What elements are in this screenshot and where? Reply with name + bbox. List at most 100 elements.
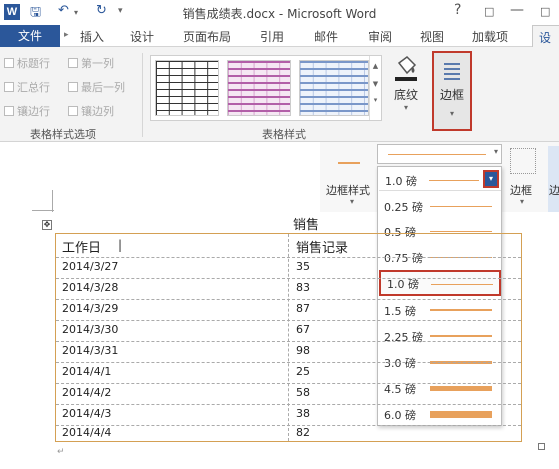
table-row: 2014/3/28 83 — [56, 278, 521, 299]
checkbox-icon — [4, 106, 14, 116]
window-title: 销售成绩表.docx - Microsoft Word — [182, 7, 377, 21]
tab-view[interactable]: 视图 — [420, 28, 444, 45]
table-cell[interactable]: 2014/3/31 — [62, 344, 118, 357]
margin-marker — [32, 210, 54, 211]
group-label-style-options: 表格样式选项 — [30, 128, 96, 141]
help-button[interactable]: ? — [454, 2, 461, 18]
table-cell[interactable]: 2014/3/27 — [62, 260, 118, 273]
table-cell[interactable]: 2014/4/3 — [62, 407, 111, 420]
sales-table: 工作日 | 销售记录 2014/3/27 35 2014/3/28 83 2014/… — [55, 233, 522, 442]
checkbox-banded-rows[interactable]: 镶边行 — [4, 103, 50, 119]
checkbox-icon — [68, 82, 78, 92]
table-row: 2014/3/30 67 — [56, 320, 521, 341]
weight-line-sample — [430, 206, 492, 207]
shading-button[interactable]: 底纹 ▾ — [388, 53, 424, 123]
borders-button[interactable]: 边框 ▾ — [432, 51, 472, 131]
borders-icon — [444, 63, 460, 80]
tab-design[interactable]: 设计 — [130, 28, 154, 45]
header-cell[interactable]: 销售记录 — [296, 237, 348, 256]
table-cell[interactable]: 2014/4/2 — [62, 386, 111, 399]
pen-weight-combobox[interactable]: 1.0 磅 ▾ — [379, 169, 501, 191]
table-cell[interactable]: 83 — [296, 281, 310, 294]
tab-page-layout[interactable]: 页面布局 — [183, 28, 231, 45]
table-style-purple[interactable] — [227, 60, 291, 116]
ribbon-tabs: 文件 ▸ 插入 设计 页面布局 引用 邮件 审阅 视图 加载项 设计 — [0, 25, 559, 62]
table-move-handle-icon[interactable]: ✥ — [42, 220, 52, 230]
table-style-blue[interactable] — [299, 60, 369, 116]
table-row: 2014/4/3 38 — [56, 404, 521, 425]
table-cell[interactable]: 2014/3/29 — [62, 302, 118, 315]
ribbon: 标题行 第一列 汇总行 最后一列 镶边行 镶边列 表格样式选项 ▲ ▼ ▾ 表格… — [0, 47, 559, 142]
ribbon-display-button[interactable]: □ — [484, 5, 494, 18]
gallery-scroll[interactable]: ▲ ▼ ▾ — [369, 56, 381, 120]
tab-scroll-icon[interactable]: ▸ — [64, 30, 69, 40]
table-cell[interactable]: 58 — [296, 386, 310, 399]
group-divider — [142, 53, 143, 137]
table-row: 2014/3/29 87 — [56, 299, 521, 320]
checkbox-last-column[interactable]: 最后一列 — [68, 79, 125, 95]
tab-insert[interactable]: 插入 — [80, 28, 104, 45]
table-resize-handle[interactable] — [538, 443, 545, 450]
table-row: 2014/4/1 25 — [56, 362, 521, 383]
borders-label-2[interactable]: 边框 — [510, 182, 532, 198]
checkbox-icon — [4, 82, 14, 92]
pen-style-dropdown-icon[interactable]: ▾ — [494, 147, 498, 156]
checkbox-icon — [4, 58, 14, 68]
table-cell[interactable]: 25 — [296, 365, 310, 378]
checkbox-total-row[interactable]: 汇总行 — [4, 79, 50, 95]
table-cell[interactable]: 87 — [296, 302, 310, 315]
checkbox-icon — [68, 58, 78, 68]
border-painter-button[interactable]: 边 — [548, 146, 559, 212]
border-grid-icon[interactable] — [510, 148, 536, 174]
table-row: 2014/4/4 82 — [56, 425, 521, 441]
tab-addins[interactable]: 加载项 — [472, 28, 508, 45]
tab-references[interactable]: 引用 — [260, 28, 284, 45]
gallery-up-icon[interactable]: ▲ — [370, 62, 381, 70]
paragraph-mark-icon: ↵ — [57, 447, 65, 457]
table-header-row: 工作日 | 销售记录 — [56, 234, 521, 257]
table-style-plain[interactable] — [155, 60, 219, 116]
border-styles-label[interactable]: 边框样式 — [326, 182, 370, 198]
shading-label: 底纹 — [393, 88, 418, 102]
table-cell[interactable]: 98 — [296, 344, 310, 357]
paint-bucket-icon — [395, 56, 417, 81]
table-cell[interactable]: 38 — [296, 407, 310, 420]
checkbox-icon — [68, 106, 78, 116]
table-cell[interactable]: 82 — [296, 426, 310, 439]
margin-marker — [52, 190, 53, 212]
checkbox-first-column[interactable]: 第一列 — [68, 55, 114, 71]
gallery-down-icon[interactable]: ▼ — [370, 80, 381, 88]
maximize-button[interactable]: □ — [540, 5, 550, 18]
minimize-button[interactable]: — — [510, 2, 524, 18]
borders-2-dropdown-icon[interactable]: ▾ — [520, 197, 524, 206]
table-cell[interactable]: 2014/3/28 — [62, 281, 118, 294]
shading-dropdown-icon: ▾ — [403, 103, 408, 112]
checkbox-banded-columns[interactable]: 镶边列 — [68, 103, 114, 119]
weight-option[interactable]: 0.25 磅 — [384, 195, 496, 217]
tab-file[interactable]: 文件 — [0, 25, 60, 47]
document-heading: 销售 — [293, 218, 320, 233]
pen-weight-dropdown-arrow[interactable]: ▾ — [483, 170, 499, 188]
checkbox-header-row[interactable]: 标题行 — [4, 55, 50, 71]
tab-mailings[interactable]: 邮件 — [314, 28, 338, 45]
text-cursor: | — [118, 238, 123, 252]
table-row: 2014/3/31 98 — [56, 341, 521, 362]
table-row: 2014/4/2 58 — [56, 383, 521, 404]
gallery-more-icon[interactable]: ▾ — [370, 96, 381, 104]
table-row: 2014/3/27 35 — [56, 257, 521, 278]
border-styles-dropdown-icon[interactable]: ▾ — [350, 197, 354, 206]
border-style-sample — [338, 162, 360, 164]
pen-style-dropdown[interactable]: ▾ — [377, 144, 502, 164]
title-bar: W 🖫 ↶ ▾ ↻ ▾ 销售成绩表.docx - Microsoft Word … — [0, 0, 559, 25]
pen-style-line — [388, 154, 486, 155]
borders-label: 边框 — [439, 88, 464, 102]
border-painter-label: 边 — [549, 184, 559, 197]
table-cell[interactable]: 2014/4/1 — [62, 365, 111, 378]
header-cell[interactable]: 工作日 — [62, 237, 101, 256]
table-cell[interactable]: 35 — [296, 260, 310, 273]
tab-table-design[interactable]: 设计 — [532, 25, 559, 62]
table-cell[interactable]: 67 — [296, 323, 310, 336]
tab-review[interactable]: 审阅 — [368, 28, 392, 45]
table-cell[interactable]: 2014/4/4 — [62, 426, 111, 439]
table-cell[interactable]: 2014/3/30 — [62, 323, 118, 336]
